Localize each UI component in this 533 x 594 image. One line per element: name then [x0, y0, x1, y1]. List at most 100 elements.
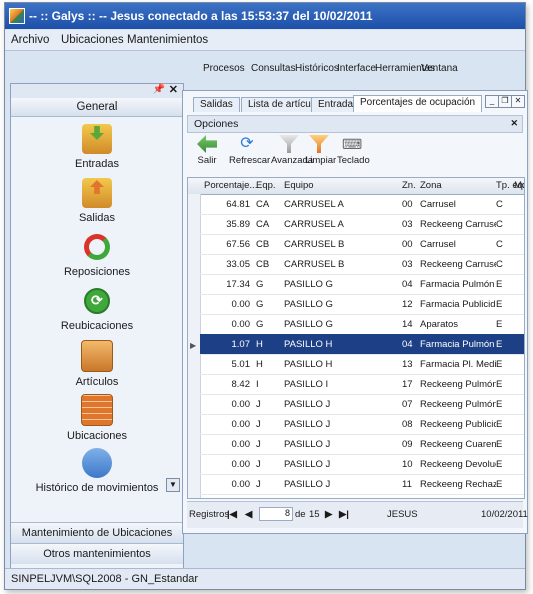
last-record-icon[interactable]: ▶|	[339, 509, 349, 520]
menu-ventana[interactable]: Ventana	[421, 63, 458, 74]
toolbar: Salir ⟳ Refrescar Avanzada Limpiar ⌨ Tec…	[187, 135, 523, 175]
options-bar: Opciones ✕	[187, 115, 523, 133]
refresh-icon: ⟳	[240, 135, 254, 152]
filter-icon	[279, 135, 299, 153]
sidebar-item-entradas[interactable]: Entradas	[11, 124, 183, 170]
reubicaciones-icon: ⟳	[82, 286, 112, 316]
col-eqp[interactable]: Eqp.	[256, 180, 276, 191]
grid-cell: C	[496, 239, 503, 250]
grid-cell: CARRUSEL A	[284, 199, 344, 210]
table-row[interactable]: 33.05 CB CARRUSEL B 03 Reckeeng Carrusel C	[200, 254, 524, 275]
col-zona[interactable]: Zona	[420, 180, 442, 191]
grid-cell: 12	[402, 299, 413, 310]
nav-of: de	[295, 509, 306, 520]
grid-cell: E	[496, 339, 503, 350]
grid-cell: J	[256, 399, 261, 410]
current-record-field[interactable]: 8	[259, 507, 293, 521]
sidebar-item-reposiciones[interactable]: Reposiciones	[11, 232, 183, 278]
refrescar-button[interactable]: ⟳ Refrescar	[229, 135, 270, 166]
grid-cell: C	[496, 259, 503, 270]
grid-cell: J	[256, 479, 261, 490]
table-row[interactable]: 0.00 J PASILLO J 09 Reckeeng CuarentenaE	[200, 434, 524, 455]
table-row[interactable]: 1.07 H PASILLO H 04 Farmacia Pulmón E	[200, 334, 524, 355]
occupancy-grid: Porcentaje... Eqp. Equipo Zn. Zona Tp. e…	[187, 177, 525, 499]
col-mo[interactable]: Mo	[514, 180, 524, 191]
grid-cell: E	[496, 319, 503, 330]
sidebar-group-mantenimiento-ubicaciones[interactable]: Mantenimiento de Ubicaciones	[11, 522, 183, 543]
minimize-icon[interactable]: _	[485, 95, 499, 108]
sidebar-group-otros-mantenimientos[interactable]: Otros mantenimientos	[11, 543, 183, 564]
grid-cell: 1.07	[231, 339, 251, 350]
grid-cell: 0.00	[231, 459, 251, 470]
table-row[interactable]: 0.00 J PASILLO J 11 Reckeeng RechazadosE	[200, 474, 524, 495]
tab-salidas[interactable]: Salidas	[193, 97, 240, 112]
sidebar-group-general[interactable]: General	[11, 98, 183, 117]
table-row[interactable]: 0.00 J PASILLO J 10 Reckeeng DevolucionesE	[200, 454, 524, 475]
table-row[interactable]: 17.34 G PASILLO G 04 Farmacia Pulmón E	[200, 274, 524, 295]
prev-record-icon[interactable]: ◀	[245, 509, 252, 520]
grid-cell: E	[496, 399, 503, 410]
menu-archivo[interactable]: Archivo	[11, 34, 49, 46]
pin-icon[interactable]: 📌	[153, 84, 165, 95]
next-record-icon[interactable]: ▶	[325, 509, 332, 520]
table-row[interactable]: 8.42 I PASILLO I 17 Reckeeng Pulmón E	[200, 374, 524, 395]
grid-cell: E	[496, 459, 503, 470]
grid-cell: H	[256, 359, 263, 370]
col-zn[interactable]: Zn.	[402, 180, 416, 191]
table-row[interactable]: 0.00 G PASILLO G 12 Farmacia PublicidadE	[200, 294, 524, 315]
tab-porcentajes-ocupacion[interactable]: Porcentajes de ocupación	[353, 95, 483, 112]
grid-cell: 35.89	[226, 219, 250, 230]
grid-cell: 00	[402, 199, 413, 210]
table-row[interactable]: 0.00 G PASILLO G 14 Aparatos E	[200, 314, 524, 335]
grid-cell: PASILLO J	[284, 419, 331, 430]
grid-cell: G	[256, 319, 264, 330]
table-row[interactable]: 67.56 CB CARRUSEL B 00 Carrusel C	[200, 234, 524, 255]
menu-historicos[interactable]: Históricos	[295, 63, 339, 74]
sidebar-item-reubicaciones[interactable]: ⟳ Reubicaciones	[11, 286, 183, 332]
close-icon[interactable]: ✕	[510, 118, 518, 129]
close-icon[interactable]: ✕	[169, 83, 178, 96]
avanzada-button[interactable]: Avanzada	[271, 135, 313, 166]
first-record-icon[interactable]: |◀	[227, 509, 237, 520]
limpiar-button[interactable]: Limpiar	[305, 135, 336, 166]
salir-button[interactable]: Salir	[193, 135, 221, 166]
grid-cell: PASILLO J	[284, 479, 331, 490]
grid-cell: G	[256, 279, 264, 290]
col-equipo[interactable]: Equipo	[284, 180, 314, 191]
grid-cell: CA	[256, 199, 270, 210]
table-row[interactable]: 35.89 CA CARRUSEL A 03 Reckeeng Carrusel C	[200, 214, 524, 235]
grid-cell: CARRUSEL B	[284, 239, 345, 250]
menu-consultas[interactable]: Consultas	[251, 63, 295, 74]
sidebar-item-ubicaciones[interactable]: Ubicaciones	[11, 394, 183, 442]
menu-procesos[interactable]: Procesos	[203, 63, 245, 74]
teclado-button[interactable]: ⌨ Teclado	[337, 135, 370, 166]
table-row[interactable]: 0.00 J PASILLO J 08 Reckeeng PublicidadE	[200, 414, 524, 435]
col-porcentaje[interactable]: Porcentaje...	[204, 180, 257, 191]
grid-cell: J	[256, 439, 261, 450]
grid-cell: E	[496, 439, 503, 450]
table-row[interactable]: 5.01 H PASILLO H 13 Farmacia Pl. MedicinalE	[200, 354, 524, 375]
grid-cell: E	[496, 359, 503, 370]
grid-cell: Reckeeng Pulmón	[420, 399, 496, 410]
sidebar-item-salidas[interactable]: Salidas	[11, 178, 183, 224]
grid-cell: 13	[402, 359, 413, 370]
grid-cell: CA	[256, 219, 270, 230]
table-row[interactable]: 0.00 J PASILLO J 07 Reckeeng Pulmón E	[200, 394, 524, 415]
sidebar-item-historico[interactable]: Histórico de movimientos	[11, 448, 183, 494]
grid-cell: 0.00	[231, 479, 251, 490]
window-title: -- :: Galys :: -- Jesus conectado a las …	[29, 9, 373, 23]
historico-icon	[82, 448, 112, 478]
grid-cell: 0.00	[231, 299, 251, 310]
grid-cell: Reckeeng Cuarentena	[420, 439, 496, 450]
close-icon[interactable]: ✕	[511, 95, 525, 108]
sidebar-item-articulos[interactable]: Artículos	[11, 340, 183, 388]
menu-mantenimientos[interactable]: Mantenimientos	[127, 34, 208, 46]
menu-interface[interactable]: Interface	[337, 63, 376, 74]
table-row[interactable]: 64.81 CA CARRUSEL A 00 Carrusel C	[200, 194, 524, 215]
clear-filter-icon	[309, 135, 329, 153]
sidebar-scroll-down[interactable]: ▼	[166, 478, 180, 492]
menu-ubicaciones[interactable]: Ubicaciones	[61, 34, 124, 46]
nav-total: 15	[309, 509, 320, 520]
grid-cell: CARRUSEL B	[284, 259, 345, 270]
restore-icon[interactable]: ❐	[498, 95, 512, 108]
